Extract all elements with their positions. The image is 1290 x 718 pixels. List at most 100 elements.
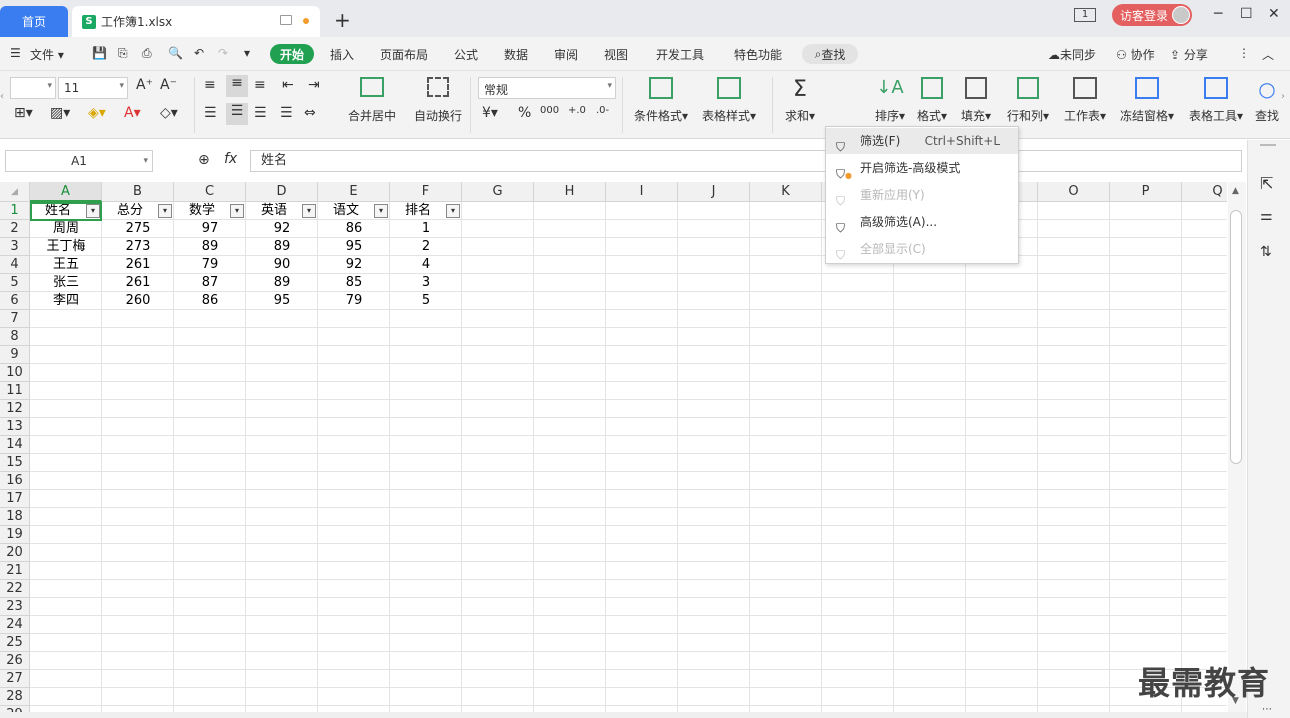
column-header-E[interactable]: E — [318, 182, 390, 202]
decrease-decimal-icon[interactable]: .0- — [596, 105, 609, 116]
column-header-G[interactable]: G — [462, 182, 534, 202]
format-button[interactable]: 格式▾ — [914, 77, 950, 124]
row-header-6[interactable]: 6 — [0, 292, 30, 310]
decrease-font-icon[interactable]: A⁻ — [160, 77, 177, 93]
number-format-combo[interactable]: 常规 — [478, 77, 616, 99]
sum-button[interactable]: Σ 求和▾ — [782, 77, 818, 124]
scroll-thumb[interactable] — [1230, 210, 1242, 464]
row-header-17[interactable]: 17 — [0, 490, 30, 508]
table-style-button[interactable]: 表格样式▾ — [698, 77, 760, 124]
menu-formula[interactable]: 公式 — [454, 46, 478, 63]
menu-review[interactable]: 审阅 — [554, 46, 578, 63]
menu-page-layout[interactable]: 页面布局 — [380, 46, 428, 63]
data-cell[interactable]: 王五 — [30, 256, 102, 274]
auto-wrap-button[interactable]: 自动换行 — [410, 77, 466, 124]
scroll-up-icon[interactable]: ▲ — [1232, 186, 1239, 196]
menu-features[interactable]: 特色功能 — [734, 46, 782, 63]
column-header-F[interactable]: F — [390, 182, 462, 202]
menu-start[interactable]: 开始 — [270, 44, 314, 64]
align-bottom-icon[interactable]: ≡ — [254, 77, 266, 93]
row-header-1[interactable]: 1 — [0, 202, 30, 220]
data-cell[interactable]: 周周 — [30, 220, 102, 238]
merge-center-button[interactable]: 合并居中 — [340, 77, 404, 124]
column-header-J[interactable]: J — [678, 182, 750, 202]
more-chevron-icon[interactable]: ▾ — [244, 46, 250, 60]
data-cell[interactable]: 86 — [318, 220, 390, 238]
header-cell[interactable]: 数学 — [174, 202, 230, 220]
data-cell[interactable]: 3 — [390, 274, 462, 292]
font-color-icon[interactable]: A▾ — [124, 105, 141, 121]
menu-search[interactable]: ⌕ 查找 — [802, 44, 858, 64]
row-header-27[interactable]: 27 — [0, 670, 30, 688]
data-cell[interactable]: 97 — [174, 220, 246, 238]
column-header-D[interactable]: D — [246, 182, 318, 202]
data-cell[interactable]: 王丁梅 — [30, 238, 102, 256]
menu-view[interactable]: 视图 — [604, 46, 628, 63]
collab-button[interactable]: ⚇ 协作 — [1116, 46, 1155, 63]
align-middle-icon[interactable]: ≡ — [226, 75, 248, 97]
menu-file[interactable]: 文件 ▾ — [30, 46, 64, 63]
row-header-24[interactable]: 24 — [0, 616, 30, 634]
function-icon[interactable]: fx — [224, 151, 237, 167]
row-header-8[interactable]: 8 — [0, 328, 30, 346]
page-count-badge[interactable]: 1 — [1074, 8, 1096, 22]
column-header-C[interactable]: C — [174, 182, 246, 202]
data-cell[interactable]: 92 — [318, 256, 390, 274]
close-button[interactable]: ✕ — [1268, 6, 1280, 22]
guest-login-button[interactable]: 访客登录 — [1112, 4, 1192, 26]
vertical-scrollbar[interactable]: ▲ ▼ — [1228, 182, 1246, 712]
select-cursor-icon[interactable]: ⇱ — [1260, 174, 1273, 193]
data-cell[interactable]: 李四 — [30, 292, 102, 310]
clear-format-icon[interactable]: ◇▾ — [160, 105, 178, 121]
row-header-5[interactable]: 5 — [0, 274, 30, 292]
justify-icon[interactable]: ☰ — [280, 105, 293, 121]
data-cell[interactable]: 261 — [102, 274, 174, 292]
align-right-icon[interactable]: ☰ — [254, 105, 267, 121]
data-cell[interactable]: 275 — [102, 220, 174, 238]
menu-item-advanced-filter[interactable]: ⛉ 高级筛选(A)... — [826, 209, 1018, 235]
data-cell[interactable]: 92 — [246, 220, 318, 238]
row-header-9[interactable]: 9 — [0, 346, 30, 364]
data-cell[interactable]: 89 — [246, 274, 318, 292]
thousands-button[interactable]: 000 — [540, 105, 559, 116]
row-header-13[interactable]: 13 — [0, 418, 30, 436]
freeze-panes-button[interactable]: 冻结窗格▾ — [1116, 77, 1178, 124]
formula-input[interactable]: 姓名 — [250, 150, 1242, 172]
header-cell[interactable]: 英语 — [246, 202, 302, 220]
menu-data[interactable]: 数据 — [504, 46, 528, 63]
row-header-12[interactable]: 12 — [0, 400, 30, 418]
print-icon[interactable]: ⎙ — [142, 46, 152, 61]
sort-button[interactable]: ↓A 排序▾ — [872, 77, 908, 124]
row-header-19[interactable]: 19 — [0, 526, 30, 544]
align-center-icon[interactable]: ☰ — [226, 103, 248, 125]
column-header-O[interactable]: O — [1038, 182, 1110, 202]
row-header-7[interactable]: 7 — [0, 310, 30, 328]
header-cell[interactable]: 排名 — [390, 202, 446, 220]
new-tab-button[interactable]: + — [334, 8, 351, 32]
column-header-I[interactable]: I — [606, 182, 678, 202]
row-header-20[interactable]: 20 — [0, 544, 30, 562]
increase-font-icon[interactable]: A⁺ — [136, 77, 153, 93]
collapse-ribbon-icon[interactable]: ︿ — [1262, 46, 1274, 63]
row-header-18[interactable]: 18 — [0, 508, 30, 526]
increase-decimal-icon[interactable]: +.0 — [568, 105, 586, 116]
transform-icon[interactable]: ⇅ — [1260, 244, 1272, 260]
share-button[interactable]: ⇪ 分享 — [1170, 46, 1208, 63]
maximize-button[interactable]: ☐ — [1240, 6, 1253, 22]
tab-home[interactable]: 首页 — [0, 6, 68, 37]
row-header-4[interactable]: 4 — [0, 256, 30, 274]
export-icon[interactable]: ⎘ — [118, 46, 128, 61]
spreadsheet-grid[interactable]: ◢ABCDEFGHIJKLMNOPQ 123456789101112131415… — [0, 182, 1227, 714]
align-left-icon[interactable]: ☰ — [204, 105, 217, 121]
filter-dropdown-icon[interactable]: ▾ — [446, 204, 460, 218]
ribbon-scroll-left-icon[interactable]: ‹ — [0, 91, 4, 102]
data-cell[interactable]: 2 — [390, 238, 462, 256]
row-header-3[interactable]: 3 — [0, 238, 30, 256]
column-header-H[interactable]: H — [534, 182, 606, 202]
hamburger-icon[interactable]: ☰ — [10, 46, 21, 60]
borders-icon[interactable]: ⊞▾ — [14, 105, 33, 121]
preview-icon[interactable]: 🔍 — [168, 46, 183, 60]
row-header-28[interactable]: 28 — [0, 688, 30, 706]
row-header-22[interactable]: 22 — [0, 580, 30, 598]
data-cell[interactable]: 5 — [390, 292, 462, 310]
